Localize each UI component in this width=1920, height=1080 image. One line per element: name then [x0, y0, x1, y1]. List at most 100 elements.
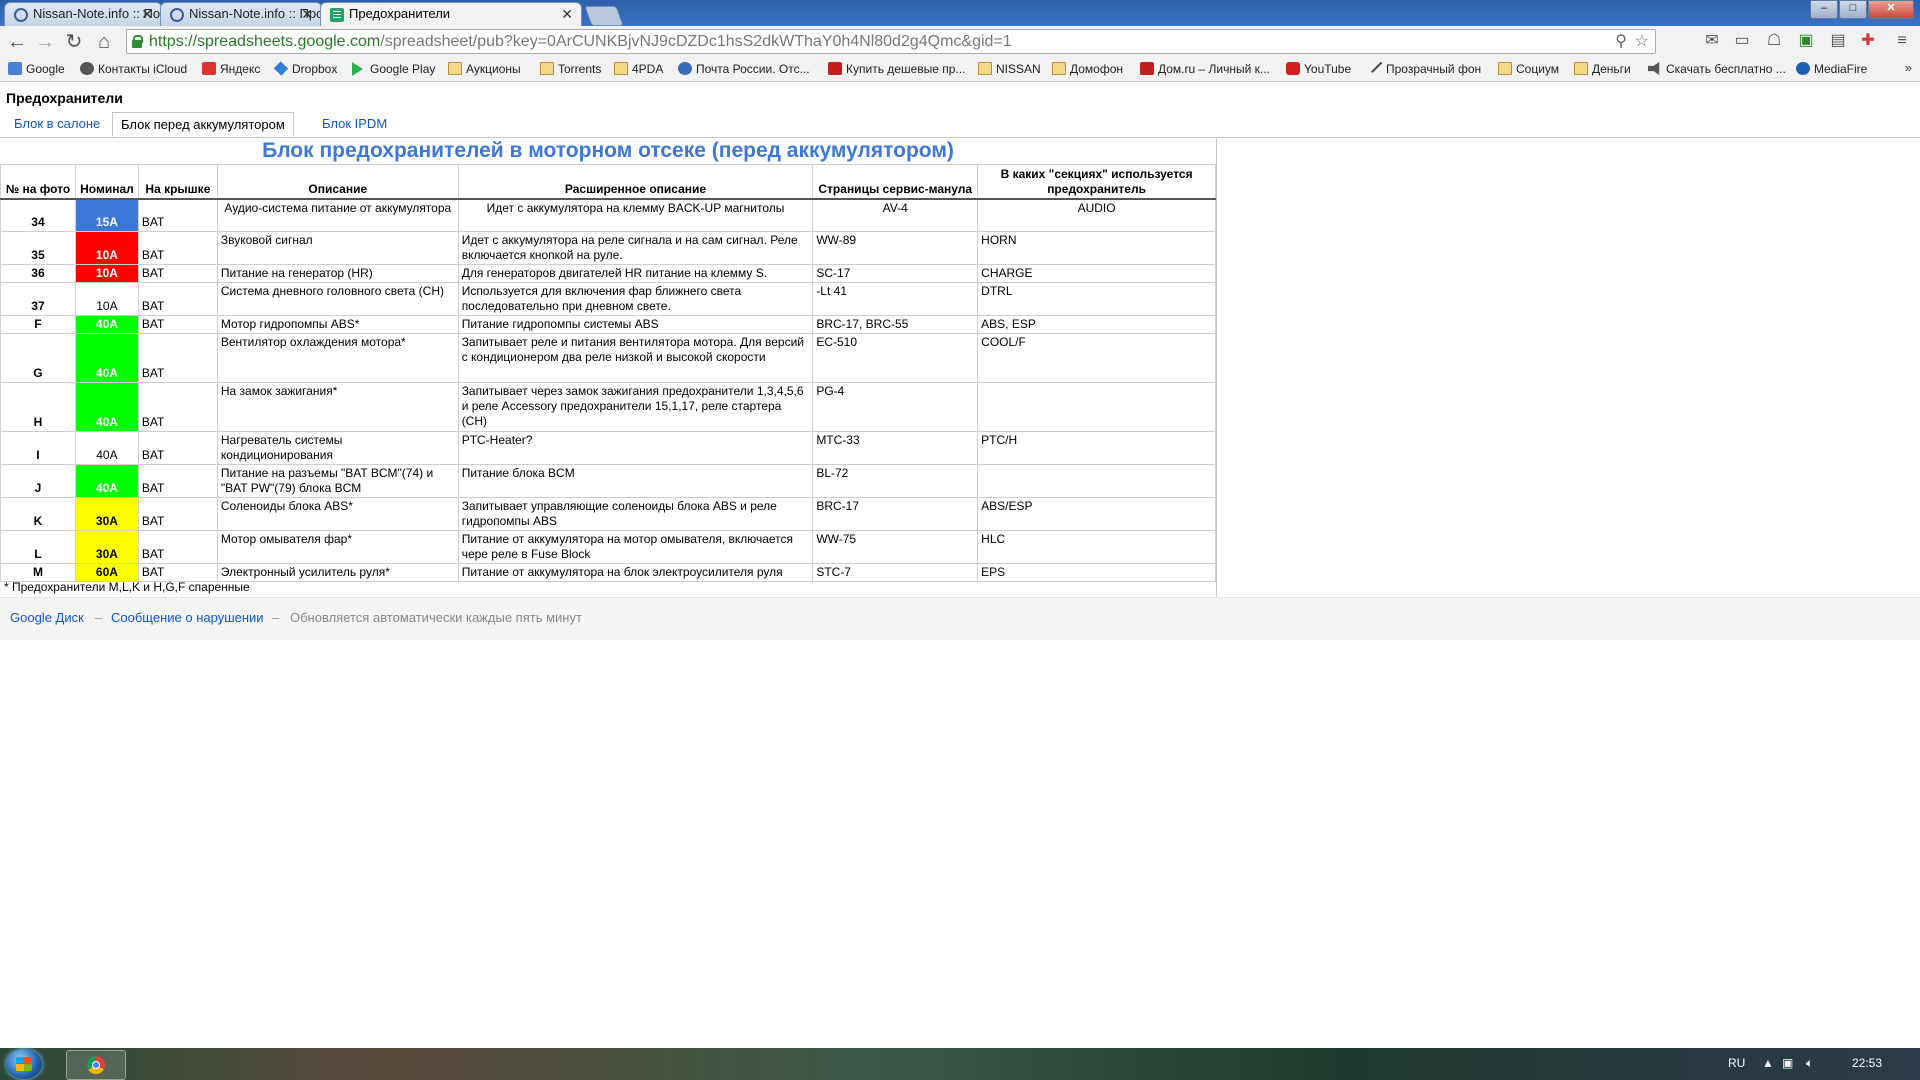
- clock[interactable]: 22:53: [1852, 1056, 1882, 1070]
- bookmark-label: Социум: [1516, 62, 1560, 76]
- bookmark-russian-post[interactable]: Почта России. Отс...: [678, 61, 810, 77]
- manual-sections: [977, 382, 1216, 432]
- manual-pages: WW-75: [812, 530, 979, 564]
- footer-separator: –: [272, 610, 280, 625]
- fuse-rating: 30A: [74, 530, 139, 564]
- window-close-button[interactable]: ✕: [1868, 0, 1914, 19]
- fuse-number: K: [0, 497, 76, 531]
- fuse-extended-description: Для генераторов двигателей HR питание на…: [457, 264, 814, 283]
- forward-icon[interactable]: →: [33, 30, 57, 54]
- volume-icon[interactable]: 🔈︎: [1806, 1056, 1813, 1071]
- reload-icon[interactable]: ↻: [62, 30, 86, 54]
- column-header: На крышке: [137, 164, 218, 200]
- cover-label: BAT: [137, 563, 218, 582]
- fuse-description: Аудио-система питание от аккумулятора: [216, 198, 459, 232]
- fuse-rating: 10A: [74, 231, 139, 265]
- bookmark-google[interactable]: Google: [8, 61, 65, 77]
- bookmark-label: NISSAN: [996, 62, 1041, 76]
- bookmark-label: Аукционы: [466, 62, 521, 76]
- bookmark-label: Torrents: [558, 62, 602, 76]
- cover-label: BAT: [137, 431, 218, 465]
- fuse-extended-description: Питание гидропомпы системы ABS: [457, 315, 814, 334]
- bookmark-money[interactable]: Деньги: [1574, 61, 1631, 77]
- manual-pages: SC-17: [812, 264, 979, 283]
- maximize-button[interactable]: □: [1839, 0, 1867, 19]
- bookmark-auctions[interactable]: Аукционы: [448, 61, 521, 77]
- fuse-number: J: [0, 464, 76, 498]
- location-icon[interactable]: ⚲: [1615, 30, 1627, 53]
- new-tab-button[interactable]: [584, 6, 624, 26]
- table-row: G 40A BAT Вентилятор охлаждения мотора* Запи…: [0, 333, 1216, 383]
- manual-sections: COOL/F: [977, 333, 1216, 383]
- bookmark-torrents[interactable]: Torrents: [540, 61, 601, 77]
- bookmark-domofon[interactable]: Домофон: [1052, 61, 1123, 77]
- back-icon[interactable]: ←: [5, 30, 29, 54]
- minimize-button[interactable]: –: [1810, 0, 1838, 19]
- bookmark-domru[interactable]: Дом.ru – Личный к...: [1140, 61, 1270, 77]
- close-icon[interactable]: ✕: [301, 3, 313, 25]
- bookmark-label: Google: [26, 62, 65, 76]
- cover-label: BAT: [137, 231, 218, 265]
- fuse-extended-description: Питание блока BCM: [457, 464, 814, 498]
- spreadsheet-icon: [330, 8, 344, 22]
- menu-icon[interactable]: ≡: [1892, 31, 1912, 51]
- extension-icon[interactable]: ▣: [1796, 31, 1816, 51]
- google-drive-link[interactable]: Google Диск: [10, 610, 84, 625]
- table-header-row: № на фото Номинал На крышке Описание Рас…: [0, 164, 1216, 200]
- network-icon[interactable]: ▣: [1782, 1056, 1793, 1070]
- bookmark-google-play[interactable]: Google Play: [352, 61, 435, 77]
- manual-pages: EC-510: [812, 333, 979, 383]
- manual-sections: EPS: [977, 563, 1216, 582]
- bookmark-nissan[interactable]: NISSAN: [978, 61, 1041, 77]
- bookmark-transparent-bg[interactable]: Прозрачный фон: [1367, 58, 1481, 77]
- bookmark-mediafire[interactable]: MediaFire: [1796, 61, 1867, 77]
- tray-expand-icon[interactable]: ▲: [1762, 1056, 1774, 1070]
- table-row: 35 10A BAT Звуковой сигнал Идет с аккумулято…: [0, 231, 1216, 265]
- lock-icon: [132, 35, 143, 48]
- table-row: L 30A BAT Мотор омывателя фар* Питание от ак…: [0, 530, 1216, 564]
- bookmark-icloud[interactable]: Контакты iCloud: [80, 61, 187, 77]
- bookmark-dropbox[interactable]: Dropbox: [273, 61, 337, 77]
- star-icon[interactable]: ☆: [1635, 30, 1649, 53]
- tab-ipdm-block[interactable]: Блок IPDM: [314, 112, 395, 137]
- address-bar[interactable]: https://spreadsheets.google.com/spreadsh…: [126, 29, 1656, 54]
- bookmark-youtube[interactable]: YouTube: [1286, 61, 1351, 77]
- cover-label: BAT: [137, 497, 218, 531]
- close-icon[interactable]: ✕: [561, 3, 573, 25]
- fuse-table: № на фото Номинал На крышке Описание Рас…: [0, 164, 1216, 582]
- home-icon[interactable]: ⌂: [92, 30, 116, 54]
- bookmarks-overflow-button[interactable]: »: [1905, 60, 1912, 75]
- fuse-number: 37: [0, 282, 76, 316]
- chrome-taskbar-button[interactable]: [66, 1050, 126, 1080]
- fuse-rating: 10A: [74, 264, 139, 283]
- bookmark-download-free[interactable]: Скачать бесплатно ...: [1648, 61, 1786, 77]
- browser-tab-2[interactable]: Nissan-Note.info :: Прос… ✕: [160, 2, 322, 26]
- manual-pages: BRC-17: [812, 497, 979, 531]
- translate-icon[interactable]: ☖: [1764, 31, 1784, 51]
- url-path: /spreadsheet/pub?key=0ArCUNKBjvNJ9cDZDc1…: [380, 33, 1012, 50]
- tab-salon-block[interactable]: Блок в салоне: [6, 112, 108, 137]
- manual-sections: [977, 464, 1216, 498]
- folder-icon: [1052, 62, 1066, 75]
- browser-tab-3[interactable]: Предохранители ✕: [320, 2, 582, 26]
- bookmark-4pda[interactable]: 4PDA: [614, 61, 663, 77]
- pinwheel-icon[interactable]: ✚: [1858, 31, 1878, 51]
- language-indicator[interactable]: RU: [1728, 1056, 1745, 1070]
- close-icon[interactable]: ✕: [141, 3, 153, 25]
- browser-tab-1[interactable]: Nissan-Note.info :: Поиск ✕: [4, 2, 162, 26]
- bookmark-label: Почта России. Отс...: [696, 62, 810, 76]
- report-abuse-link[interactable]: Сообщение о нарушении: [111, 610, 264, 625]
- mail-icon[interactable]: ✉: [1702, 31, 1722, 51]
- fuse-description: Мотор гидропомпы ABS*: [216, 315, 459, 334]
- bookmark-socium[interactable]: Социум: [1498, 61, 1559, 77]
- cover-label: BAT: [137, 464, 218, 498]
- page-favicon-icon: [14, 8, 28, 22]
- tab-battery-block[interactable]: Блок перед аккумулятором: [112, 112, 294, 137]
- manual-sections: DTRL: [977, 282, 1216, 316]
- start-button[interactable]: [6, 1049, 42, 1079]
- chat-icon[interactable]: ▭: [1732, 31, 1752, 51]
- bookmark-shop[interactable]: Купить дешевые пр...: [828, 61, 965, 77]
- bookmark-yandex[interactable]: Яндекс: [202, 61, 260, 77]
- download-icon[interactable]: ▤: [1828, 31, 1848, 51]
- fuse-description: Питание на разъемы "BAT BCM"(74) и "BAT …: [216, 464, 459, 498]
